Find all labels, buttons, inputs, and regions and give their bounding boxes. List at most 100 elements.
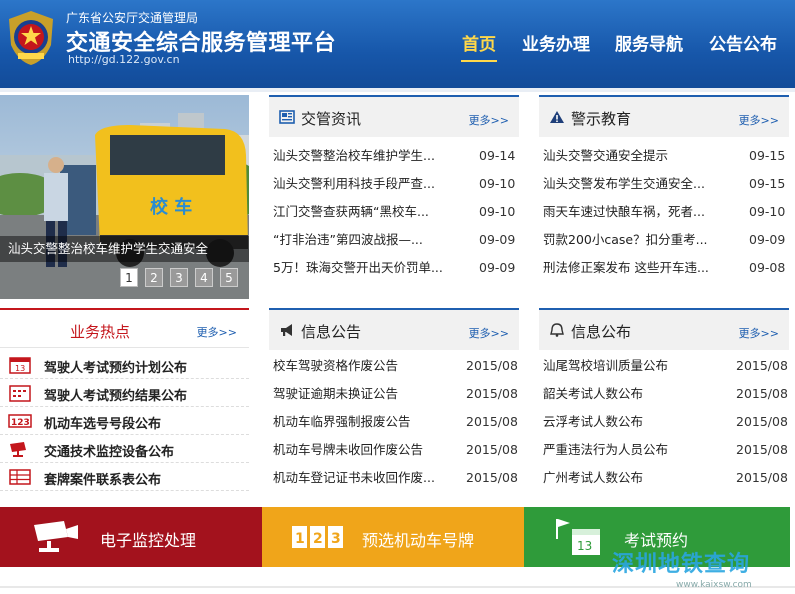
news-item-title[interactable]: 汕头交警交通安全提示 [543,142,739,170]
nav-announcements[interactable]: 公告公布 [709,30,777,55]
news-item-title[interactable]: 校车驾驶资格作废公告 [273,352,461,380]
preselect-plate-label: 预选机动车号牌 [362,531,475,550]
news-item[interactable]: 汕头交警利用科技手段严查... 09-10 [273,170,535,198]
preselect-plate-button[interactable]: 1 2 3 预选机动车号牌 [262,507,524,567]
news-item-date: 2015/08 [466,386,518,401]
news-item-title[interactable]: 江门交警查获两辆“黑校车... [273,198,469,226]
news-item-title[interactable]: “打非治违”第四波战报—... [273,226,469,254]
news-item-title[interactable]: 罚款200小case？扣分重考... [543,226,739,254]
news-item-title[interactable]: 机动车登记证书未收回作废... [273,464,461,492]
info-notice-more-link[interactable]: 更多>> [469,325,509,341]
watermark-url: www.kaixsw.com [676,580,752,590]
news-item[interactable]: 罚款200小case？扣分重考... 09-09 [543,226,795,254]
news-item[interactable]: 机动车临界强制报废公告 2015/08 [273,408,522,436]
news-item-title[interactable]: 机动车临界强制报废公告 [273,408,461,436]
calendar-13-icon: 13 [9,357,31,374]
hot-item[interactable]: 13 驾驶人考试预约计划公布 [0,351,249,379]
slide-page-1[interactable]: 1 [120,268,138,287]
site-url[interactable]: http://gd.122.gov.cn [68,53,180,66]
news-item[interactable]: 汕头交警整治校车维护学生... 09-14 [273,142,535,170]
news-item-title[interactable]: 汕头交警整治校车维护学生... [273,142,469,170]
nav-active-indicator [461,60,497,62]
news-item[interactable]: 汕尾驾校培训质量公布 2015/08 [543,352,792,380]
news-item-title[interactable]: 韶关考试人数公布 [543,380,731,408]
news-item-date: 09-10 [749,204,786,219]
news-item-date: 09-09 [479,260,516,275]
news-item[interactable]: 韶关考试人数公布 2015/08 [543,380,792,408]
news-item[interactable]: 驾驶证逾期未换证公告 2015/08 [273,380,522,408]
hot-item-label: 驾驶人考试预约计划公布 [44,361,188,376]
news-item-date: 2015/08 [466,442,518,457]
news-item-date: 09-09 [479,232,516,247]
traffic-news-more-link[interactable]: 更多>> [469,112,509,128]
warning-education-title: 警示教育 [571,110,632,128]
news-item-title[interactable]: 5万！珠海交警开出天价罚单... [273,254,469,282]
nav-service-guide[interactable]: 服务导航 [615,30,683,55]
news-item[interactable]: 严重违法行为人员公布 2015/08 [543,436,792,464]
slide-caption[interactable]: 汕头交警整治校车维护学生交通安全 [0,236,249,262]
news-item[interactable]: 云浮考试人数公布 2015/08 [543,408,792,436]
news-item-title[interactable]: 严重违法行为人员公布 [543,436,731,464]
police-emblem-icon [9,11,53,65]
svg-text:1: 1 [295,531,305,547]
news-item-title[interactable]: 刑法修正案发布 这些开车违... [543,254,739,282]
hot-business-header: 业务热点 更多>> [0,308,249,348]
slide-page-5[interactable]: 5 [220,268,238,287]
news-item[interactable]: 校车驾驶资格作废公告 2015/08 [273,352,522,380]
svg-text:123: 123 [11,418,30,428]
news-item[interactable]: 汕头交警发布学生交通安全... 09-15 [543,170,795,198]
news-item[interactable]: 广州考试人数公布 2015/08 [543,464,792,492]
info-publish-header: 信息公布 更多>> [539,308,789,350]
news-item-date: 09-14 [479,148,516,163]
hot-business-more-link[interactable]: 更多>> [197,324,237,340]
news-item[interactable]: 江门交警查获两辆“黑校车... 09-10 [273,198,535,226]
slide-page-3[interactable]: 3 [170,268,188,287]
news-item-title[interactable]: 汕头交警利用科技手段严查... [273,170,469,198]
news-item-title[interactable]: 驾驶证逾期未换证公告 [273,380,461,408]
news-item-date: 09-15 [749,148,786,163]
traffic-news-header: 交管资讯 更多>> [269,95,519,137]
slide-page-4[interactable]: 4 [195,268,213,287]
news-item[interactable]: 刑法修正案发布 这些开车违... 09-08 [543,254,795,282]
news-item[interactable]: 5万！珠海交警开出天价罚单... 09-09 [273,254,535,282]
news-item-title[interactable]: 云浮考试人数公布 [543,408,731,436]
watermark-text: 深圳地铁查询 [612,552,751,577]
news-item-date: 09-15 [749,176,786,191]
site-header: 广东省公安厅交通管理局 交通安全综合服务管理平台 http://gd.122.g… [0,0,795,88]
newspaper-icon [279,110,295,124]
hot-item[interactable]: 套牌案件联系表公布 [0,463,249,491]
number-123-icon: 123 [8,414,32,428]
warning-education-more-link[interactable]: 更多>> [739,112,779,128]
news-item-title[interactable]: 汕尾驾校培训质量公布 [543,352,731,380]
camera-icon [10,442,26,457]
news-item-title[interactable]: 汕头交警发布学生交通安全... [543,170,739,198]
hot-item[interactable]: 交通技术监控设备公布 [0,435,249,463]
news-item-title[interactable]: 机动车号牌未收回作废公告 [273,436,461,464]
hot-item[interactable]: 123 机动车选号号段公布 [0,407,249,435]
electronic-monitoring-label: 电子监控处理 [100,531,197,550]
news-item-title[interactable]: 雨天车速过快酿车祸，死者... [543,198,739,226]
news-item-title[interactable]: 广州考试人数公布 [543,464,731,492]
news-item[interactable]: 机动车号牌未收回作废公告 2015/08 [273,436,522,464]
info-publish-more-link[interactable]: 更多>> [739,325,779,341]
plate-number-icon: 1 2 3 [292,526,343,548]
news-item[interactable]: 机动车登记证书未收回作废... 2015/08 [273,464,522,492]
news-item[interactable]: 雨天车速过快酿车祸，死者... 09-10 [543,198,795,226]
slide-page-2[interactable]: 2 [145,268,163,287]
agency-name: 广东省公安厅交通管理局 [66,11,199,25]
bus-text: 校 车 [150,196,192,218]
news-item[interactable]: 汕头交警交通安全提示 09-15 [543,142,795,170]
news-item[interactable]: “打非治违”第四波战报—... 09-09 [273,226,535,254]
warning-education-header: 警示教育 更多>> [539,95,789,137]
traffic-news-title: 交管资讯 [301,110,362,128]
electronic-monitoring-button[interactable]: 电子监控处理 [0,507,262,567]
nav-business[interactable]: 业务办理 [522,30,590,55]
calendar-list-icon [9,385,31,402]
svg-text:13: 13 [577,539,592,553]
info-notice-header: 信息公告 更多>> [269,308,519,350]
info-publish-title: 信息公布 [571,323,632,341]
hot-item-label: 驾驶人考试预约结果公布 [44,389,188,404]
nav-home[interactable]: 首页 [462,30,496,55]
hot-item[interactable]: 驾驶人考试预约结果公布 [0,379,249,407]
hot-business-title: 业务热点 [70,323,131,341]
